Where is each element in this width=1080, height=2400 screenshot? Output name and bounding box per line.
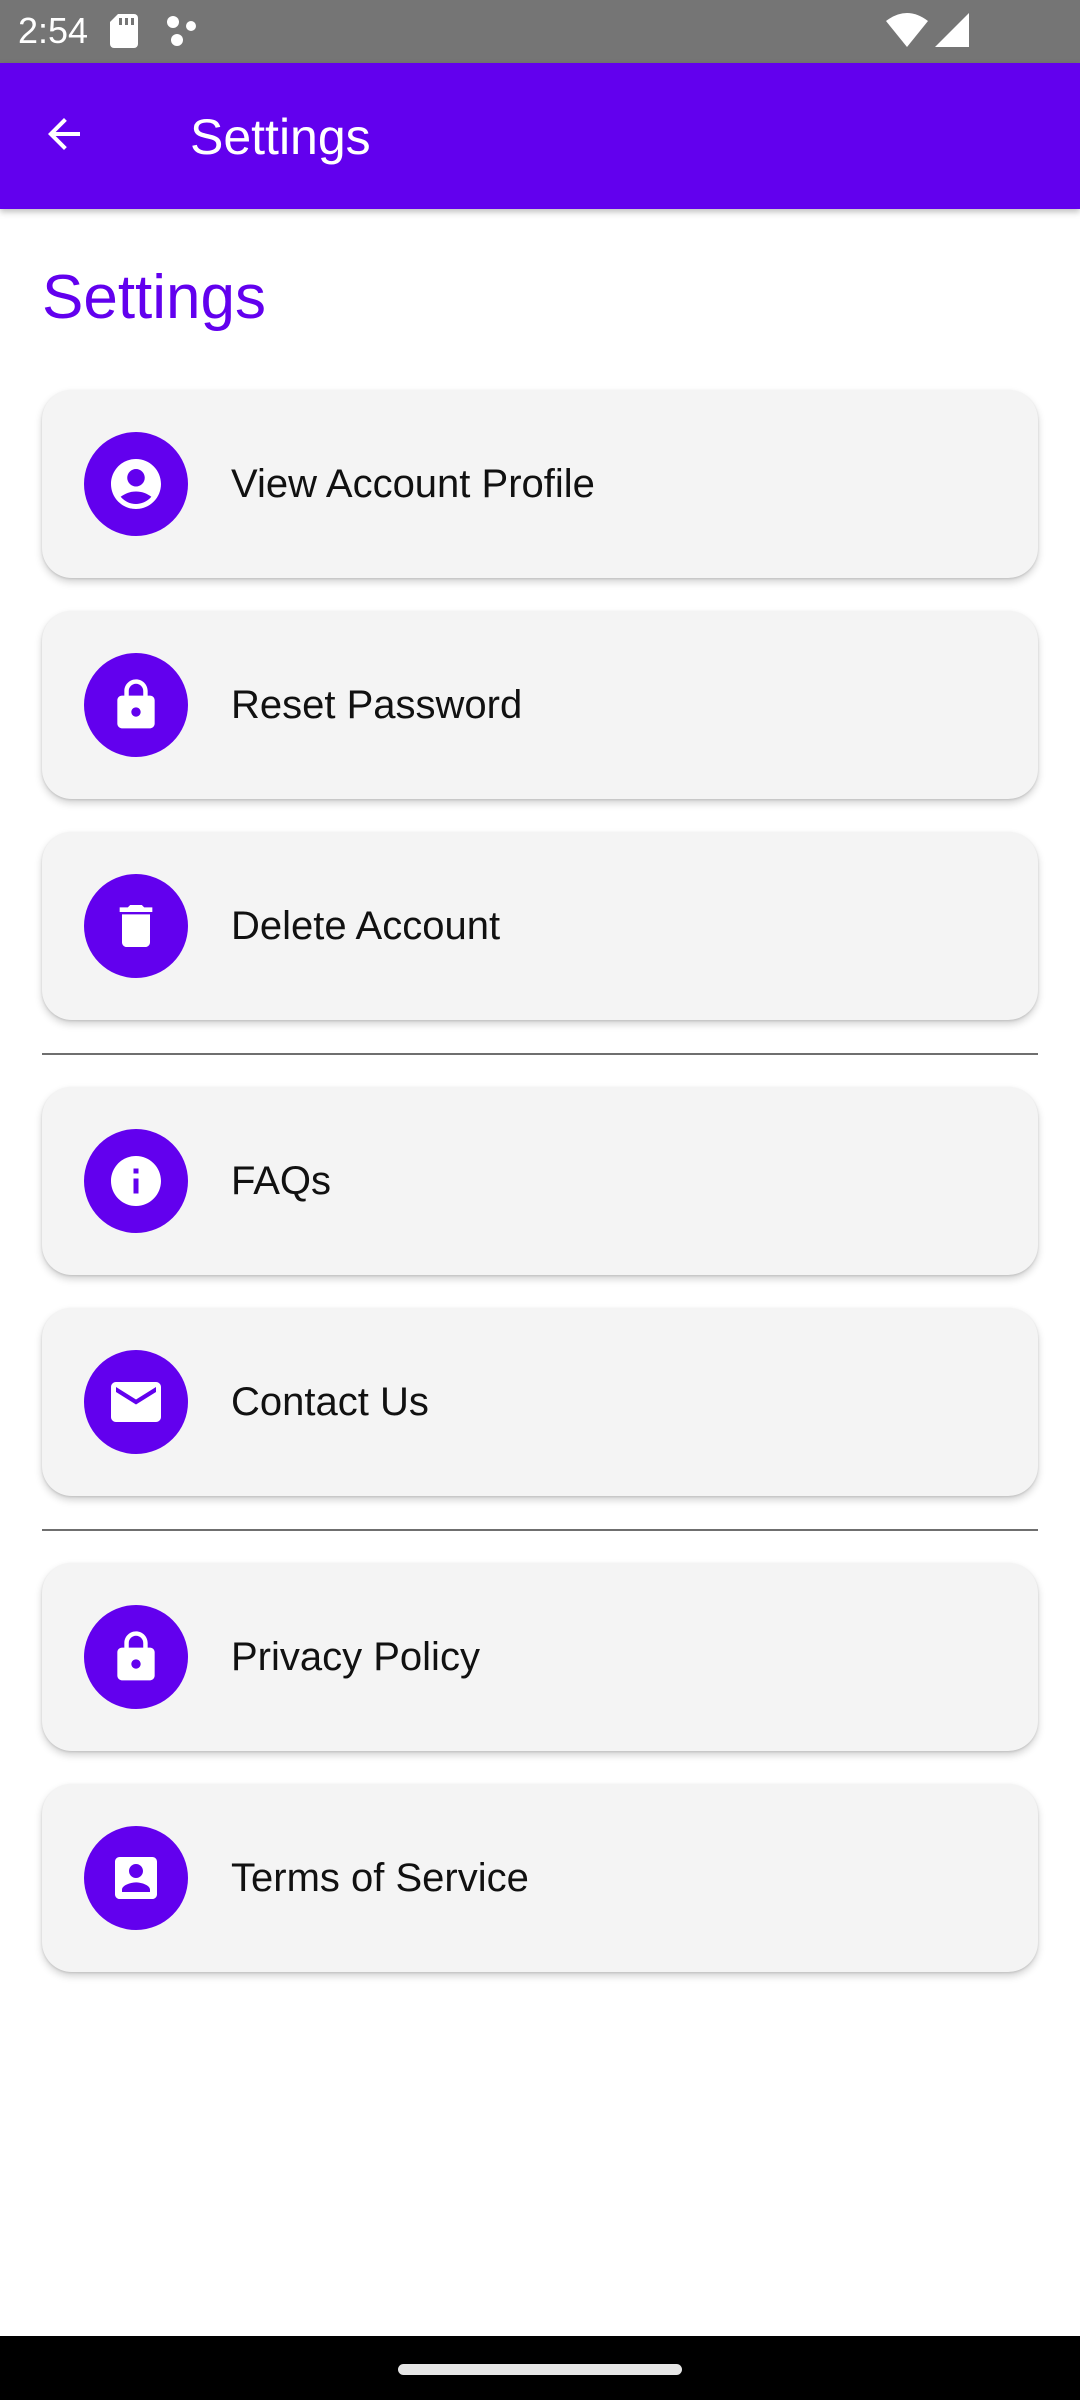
sd-card-icon <box>110 14 138 53</box>
trash-icon <box>84 874 188 978</box>
app-bar-title: Settings <box>190 109 371 165</box>
contact-us-button[interactable]: Contact Us <box>42 1308 1038 1496</box>
terms-of-service-button[interactable]: Terms of Service <box>42 1784 1038 1972</box>
account-circle-icon <box>84 432 188 536</box>
view-account-profile-button[interactable]: View Account Profile <box>42 390 1038 578</box>
status-bar: 2:54 <box>0 0 1080 63</box>
info-icon <box>84 1129 188 1233</box>
card-label: Delete Account <box>231 903 501 948</box>
wifi-icon <box>886 13 928 52</box>
contact-card-icon <box>84 1826 188 1930</box>
app-bar: Settings <box>0 63 1080 209</box>
card-label: Reset Password <box>231 682 523 727</box>
privacy-policy-button[interactable]: Privacy Policy <box>42 1563 1038 1751</box>
reset-password-button[interactable]: Reset Password <box>42 611 1038 799</box>
arrow-left-icon <box>40 110 88 163</box>
system-nav-bar <box>0 2336 1080 2400</box>
cell-signal-icon <box>935 13 969 52</box>
notification-dots-icon <box>165 14 201 53</box>
page-title: Settings <box>42 263 267 332</box>
delete-account-button[interactable]: Delete Account <box>42 832 1038 1020</box>
section-divider <box>42 1529 1038 1531</box>
card-label: Contact Us <box>231 1379 429 1424</box>
section-divider <box>42 1053 1038 1055</box>
card-label: Terms of Service <box>231 1855 529 1900</box>
home-gesture-handle[interactable] <box>398 2364 682 2375</box>
card-label: View Account Profile <box>231 461 595 506</box>
mail-icon <box>84 1350 188 1454</box>
card-label: FAQs <box>231 1158 332 1203</box>
lock-icon <box>84 1605 188 1709</box>
back-button[interactable] <box>28 100 100 172</box>
lock-icon <box>84 653 188 757</box>
status-time: 2:54 <box>18 10 89 51</box>
card-label: Privacy Policy <box>231 1634 480 1679</box>
faqs-button[interactable]: FAQs <box>42 1087 1038 1275</box>
